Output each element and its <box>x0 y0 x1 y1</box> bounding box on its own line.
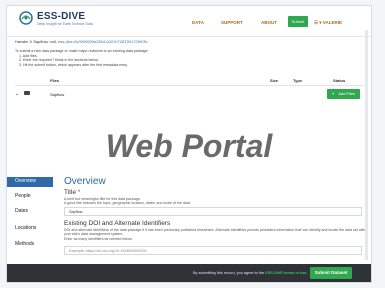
sidebar-item-overview[interactable]: Overview <box>7 177 53 187</box>
submit-data-button[interactable]: Submit Data <box>288 16 308 35</box>
package-name: Hanslin V Sapflow, null, <box>15 39 57 44</box>
column-type: Type <box>293 78 303 83</box>
doi-input[interactable]: Example: https://dx.doi.org/10.15485/000… <box>64 246 362 255</box>
nav-data-link[interactable]: DATA <box>192 20 204 25</box>
watermark-overlay: Web Portal <box>7 116 371 176</box>
brand-name[interactable]: ESS-DIVE <box>37 11 85 22</box>
chevron-down-icon[interactable]: ⌄ <box>15 91 19 97</box>
package-id[interactable]: ess-dive-0c0000000e2854-00210728T0017290… <box>58 39 148 44</box>
portal-window: ESS-DIVE Deep Insight for Earth Science … <box>7 6 371 282</box>
title-label-text: Title <box>64 189 77 196</box>
column-files: Files <box>50 78 60 83</box>
submit-dataset-button[interactable]: Submit Dataset <box>310 267 352 279</box>
submit-footer: By submitting this record, you agree to … <box>7 264 371 282</box>
file-name[interactable]: Sapflow <box>50 92 64 97</box>
sidebar-item-locations[interactable]: Locations <box>7 222 53 235</box>
instruction-step-3: 3. Hit the submit button, which appears … <box>19 62 128 67</box>
file-row[interactable]: ⌄ Sapflow <box>15 88 367 101</box>
title-help-2: A good title includes the topic, geograp… <box>64 201 191 206</box>
section-title: Overview <box>64 176 106 187</box>
add-files-label: Add Files <box>338 91 356 96</box>
page-scrollbar[interactable] <box>365 30 368 260</box>
ess-dive-logo-icon[interactable] <box>19 11 33 25</box>
title-input[interactable]: Sapflow <box>64 207 362 216</box>
terms-of-use-link[interactable]: ESS-DIVE terms of use. <box>265 271 307 275</box>
column-size: Size <box>270 78 279 83</box>
nav-support-link[interactable]: SUPPORT <box>221 20 243 25</box>
footer-agreement: By submitting this record, you agree to … <box>193 271 308 275</box>
sidebar-item-methods[interactable]: Methods <box>7 238 53 251</box>
package-identifier-line: Hanslin V Sapflow, null, ess-dive-0c0000… <box>15 39 148 44</box>
instruction-intro: To submit a new data package or make maj… <box>15 49 149 53</box>
nav-about-link[interactable]: ABOUT <box>261 20 277 25</box>
footer-text: By submitting this record, you agree to … <box>193 271 265 275</box>
watermark-text: Web Portal <box>105 128 273 164</box>
plus-icon: + <box>331 91 335 96</box>
brand-tagline: Deep Insight for Earth Science Data <box>37 22 93 26</box>
column-status: Status <box>333 78 346 83</box>
folder-icon <box>24 91 30 95</box>
doi-help: DOI and alternate identifiers of the dat… <box>64 228 368 241</box>
add-files-button[interactable]: + Add Files <box>327 89 360 99</box>
submission-instructions: To submit a new data package or make maj… <box>15 49 148 67</box>
sidebar-item-dates[interactable]: Dates <box>7 205 53 218</box>
top-nav: ESS-DIVE Deep Insight for Earth Science … <box>7 6 371 37</box>
title-help: A brief but meaningful title for this da… <box>64 197 191 206</box>
doi-help-3: Enter as many identifiers as needed belo… <box>64 236 133 241</box>
files-table-header: Files Size Type Status <box>15 76 367 86</box>
sidebar-item-people[interactable]: People <box>7 190 53 203</box>
section-sidebar: Overview People Dates Locations Methods <box>7 176 57 264</box>
title-label: Title * <box>64 189 80 196</box>
user-menu[interactable]: ☰ ▾ VALERIE <box>314 20 342 26</box>
required-mark: * <box>77 189 81 196</box>
doi-section-label: Existing DOI and Alternate Identifiers <box>64 220 171 227</box>
